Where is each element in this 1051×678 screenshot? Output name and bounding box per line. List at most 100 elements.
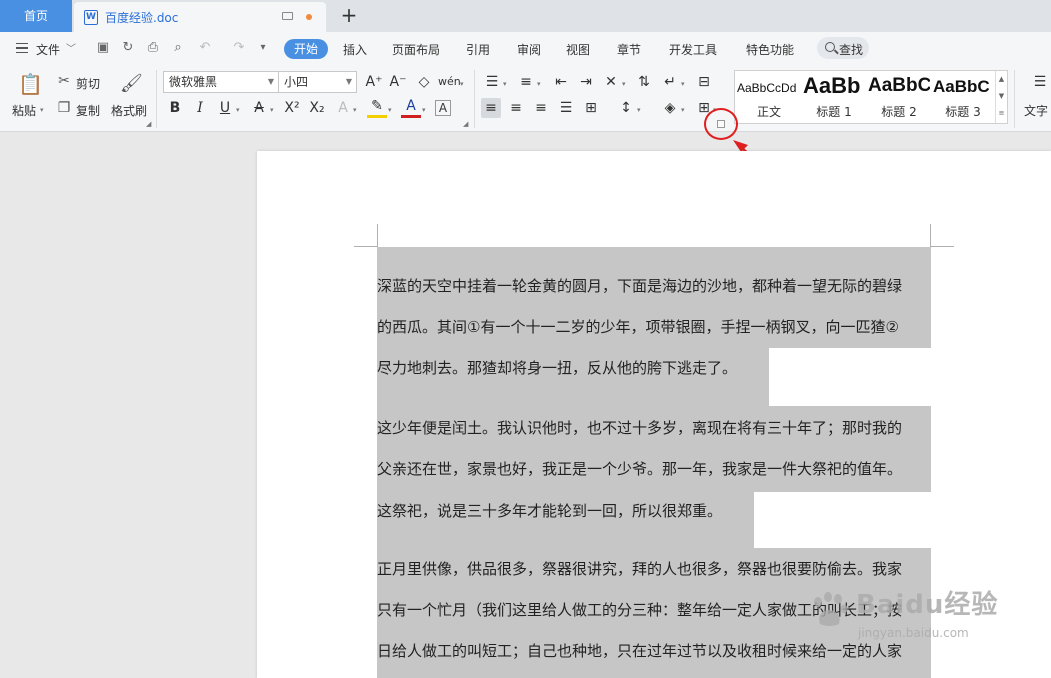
font-color-icon[interactable]: A: [401, 98, 421, 118]
highlight-icon[interactable]: ✎: [367, 98, 387, 118]
distribute-columns-icon[interactable]: ⊟: [694, 72, 714, 92]
styles-gallery: AaBbCcDd 正文 AaBb 标题 1 AaBbC 标题 2 AaBbC 标…: [734, 70, 1008, 124]
chevron-down-icon[interactable]: ▾: [270, 106, 274, 114]
separator: [156, 70, 157, 128]
paste-icon[interactable]: 📋: [18, 72, 43, 96]
document-tab-title: 百度经验.doc: [105, 11, 179, 25]
monitor-icon[interactable]: [282, 12, 293, 20]
export-icon[interactable]: ↻: [121, 41, 135, 55]
numbered-list-icon[interactable]: ≡: [516, 72, 536, 92]
text-line: 的西瓜。其间①有一个十一二岁的少年，项带银圈，手捏一柄钢叉，向一匹猹②: [377, 318, 899, 336]
chinese-layout-icon[interactable]: ✕: [601, 72, 621, 92]
print-preview-icon[interactable]: ⌕: [171, 41, 185, 55]
tab-insert[interactable]: 插入: [343, 41, 367, 58]
chevron-down-icon[interactable]: ▼: [996, 88, 1007, 105]
style-name: 标题 1: [816, 105, 852, 119]
chevron-down-icon[interactable]: ▾: [681, 80, 685, 88]
align-center-button[interactable]: ≡: [506, 98, 526, 118]
tab-start[interactable]: 开始: [284, 39, 328, 59]
style-heading-3[interactable]: AaBbC 标题 3: [933, 71, 993, 123]
paste-button[interactable]: 粘贴: [12, 102, 36, 119]
underline-button[interactable]: U: [215, 98, 235, 118]
chevron-down-icon[interactable]: ▾: [681, 106, 685, 114]
chevron-down-icon[interactable]: ﹀: [66, 40, 76, 55]
chevron-down-icon[interactable]: ▾: [353, 106, 357, 114]
text-line: 父亲还在世，家景也好，我正是一个少爷。那一年，我家是一件大祭祀的值年。: [377, 460, 903, 478]
style-name: 标题 3: [945, 105, 981, 119]
save-icon[interactable]: ▣: [96, 41, 110, 55]
print-icon[interactable]: ⎙: [146, 41, 160, 55]
increase-indent-icon[interactable]: ⇥: [576, 72, 596, 92]
style-heading-1[interactable]: AaBb 标题 1: [803, 71, 865, 123]
unsaved-dot-icon[interactable]: [306, 14, 312, 20]
tab-developer[interactable]: 开发工具: [669, 41, 717, 58]
bullet-list-icon[interactable]: ☰: [482, 72, 502, 92]
chevron-down-icon[interactable]: ▾: [622, 80, 626, 88]
align-left-button[interactable]: ≡: [481, 98, 501, 118]
align-right-button[interactable]: ≡: [531, 98, 551, 118]
tab-review[interactable]: 审阅: [517, 41, 541, 58]
style-normal[interactable]: AaBbCcDd 正文: [737, 71, 801, 123]
more-styles-icon[interactable]: ≡: [996, 105, 1007, 122]
subscript-button[interactable]: X₂: [307, 98, 327, 118]
chevron-down-icon[interactable]: ▾: [460, 80, 464, 88]
cut-button[interactable]: 剪切: [76, 75, 100, 92]
search-icon: [825, 42, 835, 52]
file-menu[interactable]: 文件: [36, 41, 60, 58]
font-launcher-icon[interactable]: ◢: [463, 120, 468, 128]
text-tool-icon[interactable]: ☰: [1030, 72, 1050, 92]
styles-scroll[interactable]: ▲ ▼ ≡: [995, 71, 1007, 123]
bold-button[interactable]: B: [165, 98, 185, 118]
distributed-align-button[interactable]: ⊞: [581, 98, 601, 118]
format-painter-button[interactable]: 格式刷: [111, 102, 147, 119]
style-heading-2[interactable]: AaBbC 标题 2: [868, 71, 930, 123]
justify-button[interactable]: ☰: [556, 98, 576, 118]
new-tab-button[interactable]: +: [338, 4, 360, 26]
decrease-indent-icon[interactable]: ⇤: [551, 72, 571, 92]
tab-page-layout[interactable]: 页面布局: [392, 41, 440, 58]
text-tool-button[interactable]: 文字: [1024, 102, 1048, 119]
chevron-down-icon[interactable]: ▾: [537, 80, 541, 88]
superscript-button[interactable]: X²: [282, 98, 302, 118]
copy-icon[interactable]: ❐: [56, 100, 72, 116]
format-painter-icon[interactable]: 🖌: [120, 72, 143, 96]
shrink-font-button[interactable]: A⁻: [388, 72, 408, 92]
annotation-circle: [704, 108, 738, 140]
chevron-up-icon[interactable]: ▲: [996, 71, 1007, 88]
tab-section[interactable]: 章节: [617, 41, 641, 58]
clipboard-launcher-icon[interactable]: ◢: [146, 120, 151, 128]
text-effect-icon[interactable]: A: [333, 98, 353, 118]
copy-button[interactable]: 复制: [76, 102, 100, 119]
clear-format-icon[interactable]: ◇: [414, 72, 434, 92]
tab-special-features[interactable]: 特色功能: [746, 41, 794, 58]
font-size-select[interactable]: 小四 ▼: [278, 71, 357, 93]
tab-home[interactable]: 首页: [0, 0, 72, 32]
tab-document[interactable]: W 百度经验.doc: [74, 2, 326, 32]
chevron-down-icon[interactable]: ▾: [422, 106, 426, 114]
chevron-down-icon: ▼: [345, 77, 352, 86]
menu-icon[interactable]: [16, 43, 28, 53]
grow-font-button[interactable]: A⁺: [364, 72, 384, 92]
undo-icon[interactable]: ↶: [198, 41, 212, 55]
search-button[interactable]: 查找: [817, 37, 869, 59]
show-marks-icon[interactable]: ↵: [660, 72, 680, 92]
chevron-down-icon[interactable]: ▾: [388, 106, 392, 114]
redo-icon[interactable]: ↷: [232, 41, 246, 55]
chevron-down-icon[interactable]: ▾: [503, 80, 507, 88]
line-spacing-icon[interactable]: ↕: [616, 98, 636, 118]
paste-dropdown-icon[interactable]: ▾: [40, 106, 44, 114]
scissors-icon[interactable]: ✂: [56, 73, 72, 89]
chevron-down-icon[interactable]: ▾: [236, 106, 240, 114]
shading-icon[interactable]: ◈: [660, 98, 680, 118]
font-name-select[interactable]: 微软雅黑 ▼: [163, 71, 279, 93]
character-border-icon[interactable]: A: [435, 100, 451, 116]
phonetic-guide-icon[interactable]: wén: [438, 72, 461, 92]
quick-access-more-icon[interactable]: ▾: [256, 41, 270, 55]
strikethrough-button[interactable]: A: [249, 98, 269, 118]
text-line: 日给人做工的叫短工；自己也种地，只在过年过节以及收租时候来给一定的人家: [377, 642, 903, 660]
chevron-down-icon[interactable]: ▾: [637, 106, 641, 114]
tab-references[interactable]: 引用: [466, 41, 490, 58]
italic-button[interactable]: I: [190, 98, 210, 118]
sort-icon[interactable]: ⇅: [634, 72, 654, 92]
tab-view[interactable]: 视图: [566, 41, 590, 58]
